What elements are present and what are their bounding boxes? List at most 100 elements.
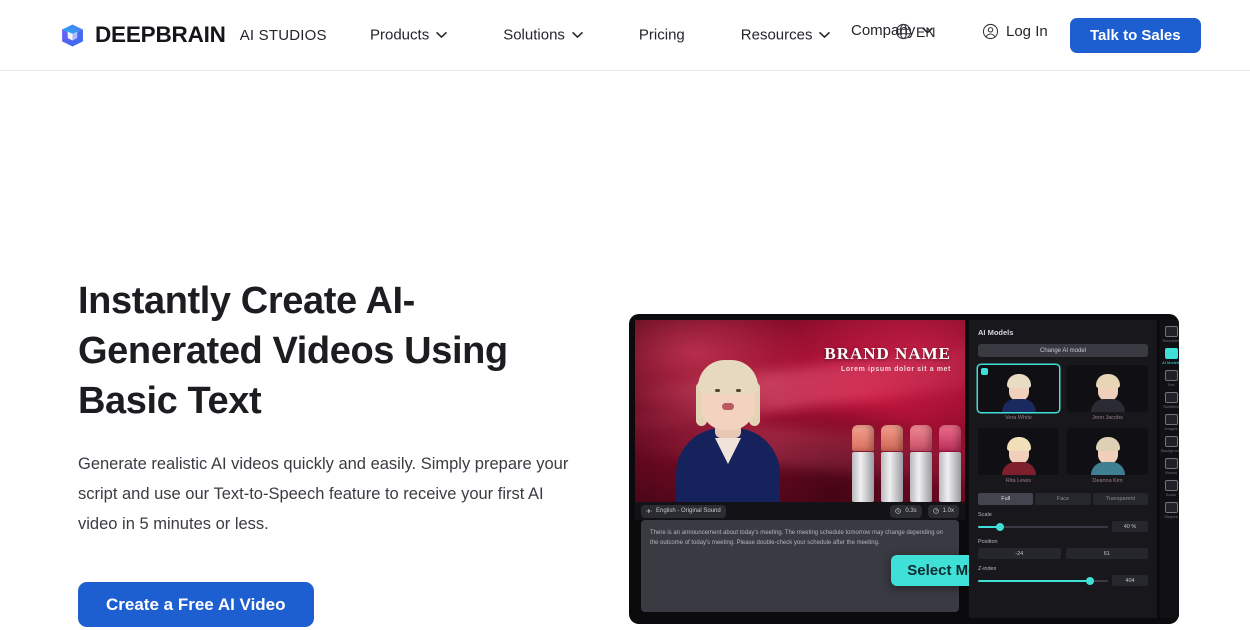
toolbar-item-label: AI Models — [1162, 360, 1179, 365]
hero-section: Instantly Create AI-Generated Videos Usi… — [0, 71, 1250, 630]
cube-logo-icon — [60, 23, 85, 48]
scale-slider[interactable] — [978, 522, 1108, 532]
page-title: Instantly Create AI-Generated Videos Usi… — [78, 280, 508, 422]
chevron-down-icon — [819, 31, 831, 38]
ai-model-card[interactable]: Rita Lewis — [978, 428, 1059, 484]
lipstick-item — [852, 425, 874, 502]
brand-subtitle: AI STUDIOS — [239, 26, 327, 44]
image-icon — [1164, 414, 1178, 425]
ai-model-grid: Vera White Jenn Jacobs Rita Lewis Deanna… — [978, 365, 1148, 484]
position-control: Position -24 61 — [978, 539, 1148, 559]
toolbar-item-images[interactable]: Images — [1161, 414, 1179, 431]
selected-check-icon — [981, 368, 988, 375]
toolbar-item-label: Videos — [1164, 470, 1178, 475]
chevron-down-icon — [572, 31, 583, 38]
language-label: EN — [916, 23, 936, 40]
nav-item-products[interactable]: Products — [370, 26, 448, 44]
toolbar-item-label: Audio — [1165, 492, 1177, 497]
ai-model-name: Deanna Kim — [1092, 478, 1123, 484]
nav-label: Products — [370, 26, 430, 44]
toolbar-item-text[interactable]: Text — [1161, 370, 1179, 387]
toolbar-item-label: Shapes — [1164, 514, 1178, 519]
position-y-field[interactable]: 61 — [1065, 548, 1148, 559]
background-icon — [1164, 436, 1178, 447]
editor-vertical-toolbar: Templates AI Models Text Subtitles Image… — [1160, 320, 1179, 618]
wave-icon — [646, 508, 652, 514]
position-label: Position — [978, 539, 998, 545]
nav-item-resources[interactable]: Resources — [741, 27, 831, 44]
audio-icon — [1164, 480, 1178, 491]
brand-name: DEEPBRAIN — [95, 22, 226, 47]
lipstick-item — [910, 425, 932, 502]
brand-logo[interactable]: DEEPBRAIN AI STUDIOS — [60, 22, 327, 48]
hero-copy: Instantly Create AI-Generated Videos Usi… — [78, 276, 598, 630]
zindex-slider[interactable] — [978, 576, 1108, 586]
canvas-brand-title: BRAND NAME — [824, 344, 951, 363]
subtitle-icon — [1164, 392, 1178, 403]
create-free-ai-video-button[interactable]: Create a Free AI Video — [78, 582, 314, 627]
nav-item-solutions[interactable]: Solutions — [503, 27, 583, 44]
tab-transparent[interactable]: Transparent — [1092, 493, 1148, 505]
text-icon — [1164, 370, 1178, 381]
chevron-down-icon — [436, 31, 448, 38]
toolbar-item-label: Text — [1167, 382, 1175, 387]
speed-chip-label: 1.0x — [942, 508, 954, 514]
ai-model-card[interactable]: Jenn Jacobs — [1067, 365, 1148, 421]
toolbar-item-label: Background — [1161, 448, 1179, 453]
toolbar-item-shapes[interactable]: Shapes — [1161, 502, 1179, 519]
template-icon — [1164, 326, 1178, 337]
position-x-field[interactable]: -24 — [978, 548, 1061, 559]
nav-item-pricing[interactable]: Pricing — [639, 27, 685, 44]
toolbar-item-videos[interactable]: Videos — [1161, 458, 1179, 475]
toolbar-item-templates[interactable]: Templates — [1161, 326, 1179, 343]
talk-to-sales-button[interactable]: Talk to Sales — [1070, 18, 1201, 53]
zindex-value[interactable]: 404 — [1112, 575, 1148, 586]
toolbar-item-label: Images — [1164, 426, 1178, 431]
tab-full[interactable]: Full — [978, 493, 1034, 505]
toolbar-item-background[interactable]: Background — [1161, 436, 1179, 453]
zindex-control: Z-index 404 — [978, 566, 1148, 586]
toolbar-item-label: Templates — [1161, 338, 1179, 343]
script-editor[interactable]: There is an announcement about today's m… — [641, 520, 1015, 612]
scale-label: Scale — [978, 512, 992, 518]
editor-canvas-column: BRAND NAME Lorem ipsum dolor sit a met E… — [635, 320, 1015, 618]
ai-model-card[interactable]: Deanna Kim — [1067, 428, 1148, 484]
nav-label: Pricing — [638, 26, 685, 44]
nav-label: Resources — [740, 26, 813, 44]
ai-model-name: Rita Lewis — [1005, 478, 1032, 484]
language-chip-label: English - Original Sound — [656, 508, 721, 514]
app-preview-screenshot: BRAND NAME Lorem ipsum dolor sit a met E… — [629, 314, 1179, 624]
login-button[interactable]: Log In — [982, 23, 1048, 40]
ai-model-card[interactable]: Vera White — [978, 365, 1059, 421]
toolbar-item-audio[interactable]: Audio — [1161, 480, 1179, 497]
shapes-icon — [1164, 502, 1178, 513]
script-text: There is an announcement about today's m… — [650, 530, 943, 546]
lipstick-item — [939, 425, 961, 502]
speed-chip[interactable]: 1.0x — [927, 504, 959, 518]
canvas-brand-tagline: Lorem ipsum dolor sit a met — [841, 366, 951, 373]
tab-face[interactable]: Face — [1035, 493, 1091, 505]
clock-icon — [895, 508, 902, 514]
model-view-tabs: Full Face Transparent — [978, 493, 1148, 505]
user-circle-icon — [982, 23, 999, 40]
ai-presenter-avatar[interactable] — [669, 342, 787, 502]
video-canvas[interactable]: BRAND NAME Lorem ipsum dolor sit a met — [635, 320, 965, 502]
language-selector[interactable]: EN — [895, 23, 935, 40]
toolbar-item-ai-models[interactable]: AI Models — [1161, 348, 1179, 365]
site-header: DEEPBRAIN AI STUDIOS Products Solutions … — [0, 0, 1250, 71]
toolbar-item-label: Subtitles — [1163, 404, 1179, 409]
scale-value[interactable]: 40 % — [1112, 521, 1148, 532]
video-icon — [1164, 458, 1178, 469]
scale-control: Scale 40 % — [978, 512, 1148, 532]
toolbar-item-subtitles[interactable]: Subtitles — [1161, 392, 1179, 409]
duration-chip[interactable]: 0.3s — [890, 504, 922, 518]
change-ai-model-button[interactable]: Change AI model — [978, 344, 1148, 357]
ai-models-panel: AI Models Change AI model Vera White Jen… — [969, 320, 1157, 618]
globe-icon — [895, 23, 912, 40]
login-label: Log In — [1006, 23, 1048, 40]
language-chip[interactable]: English - Original Sound — [641, 504, 726, 518]
hero-description: Generate realistic AI videos quickly and… — [78, 455, 569, 533]
main-navigation: Products Solutions Pricing Resources — [370, 26, 831, 44]
avatar-icon — [1164, 348, 1178, 359]
panel-title: AI Models — [978, 328, 1014, 337]
